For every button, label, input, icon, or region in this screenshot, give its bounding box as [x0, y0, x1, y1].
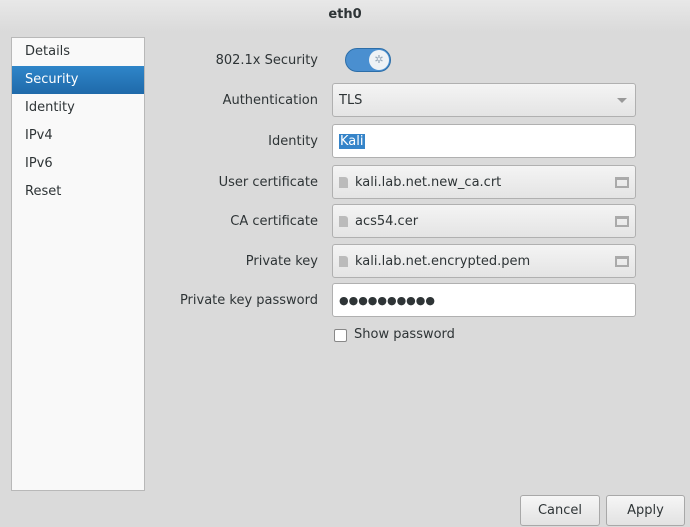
sidebar: Details Security Identity IPv4 IPv6 Rese… — [11, 37, 145, 491]
sidebar-item-reset[interactable]: Reset — [12, 178, 144, 206]
pk-password-label: Private key password — [179, 292, 318, 308]
window-title: eth0 — [0, 0, 690, 32]
sidebar-item-security[interactable]: Security — [12, 66, 144, 94]
folder-icon — [615, 176, 629, 188]
sidebar-item-ipv6[interactable]: IPv6 — [12, 150, 144, 178]
folder-icon — [615, 215, 629, 227]
authentication-dropdown[interactable]: TLS — [332, 83, 636, 117]
identity-input[interactable]: Kali — [332, 124, 636, 158]
security-row: 802.1x Security ✲ — [150, 43, 640, 77]
sidebar-item-details[interactable]: Details — [12, 38, 144, 66]
document-icon — [339, 255, 348, 267]
user-cert-label: User certificate — [218, 174, 318, 190]
authentication-row: Authentication TLS — [150, 83, 640, 117]
document-icon — [339, 215, 348, 227]
private-key-label: Private key — [245, 253, 318, 269]
private-key-chooser[interactable]: kali.lab.net.encrypted.pem — [332, 244, 636, 278]
pk-password-input[interactable]: ●●●●●●●●●● — [332, 283, 636, 317]
ca-cert-row: CA certificate acs54.cer — [150, 204, 640, 238]
show-password-label[interactable]: Show password — [354, 327, 455, 342]
authentication-label: Authentication — [222, 92, 318, 108]
private-key-value: kali.lab.net.encrypted.pem — [355, 253, 531, 269]
document-icon — [339, 176, 348, 188]
security-toggle[interactable]: ✲ — [345, 48, 391, 72]
folder-icon — [615, 255, 629, 267]
user-cert-row: User certificate kali.lab.net.new_ca.crt — [150, 165, 640, 199]
identity-value: Kali — [339, 133, 365, 149]
user-cert-chooser[interactable]: kali.lab.net.new_ca.crt — [332, 165, 636, 199]
toggle-knob-icon: ✲ — [369, 50, 389, 70]
chevron-down-icon — [617, 97, 627, 103]
user-cert-value: kali.lab.net.new_ca.crt — [355, 174, 502, 190]
identity-row: Identity Kali — [150, 124, 640, 158]
cancel-button[interactable]: Cancel — [520, 495, 600, 526]
authentication-value: TLS — [339, 92, 363, 108]
security-label: 802.1x Security — [215, 52, 318, 68]
pk-password-value: ●●●●●●●●●● — [339, 293, 435, 307]
ca-cert-label: CA certificate — [230, 213, 318, 229]
ca-cert-value: acs54.cer — [355, 213, 419, 229]
ca-cert-chooser[interactable]: acs54.cer — [332, 204, 636, 238]
identity-label: Identity — [268, 133, 318, 149]
show-password-checkbox[interactable] — [334, 329, 347, 342]
pk-password-row: Private key password ●●●●●●●●●● — [150, 283, 640, 317]
sidebar-item-ipv4[interactable]: IPv4 — [12, 122, 144, 150]
apply-button[interactable]: Apply — [606, 495, 685, 526]
sidebar-item-identity[interactable]: Identity — [12, 94, 144, 122]
private-key-row: Private key kali.lab.net.encrypted.pem — [150, 244, 640, 278]
